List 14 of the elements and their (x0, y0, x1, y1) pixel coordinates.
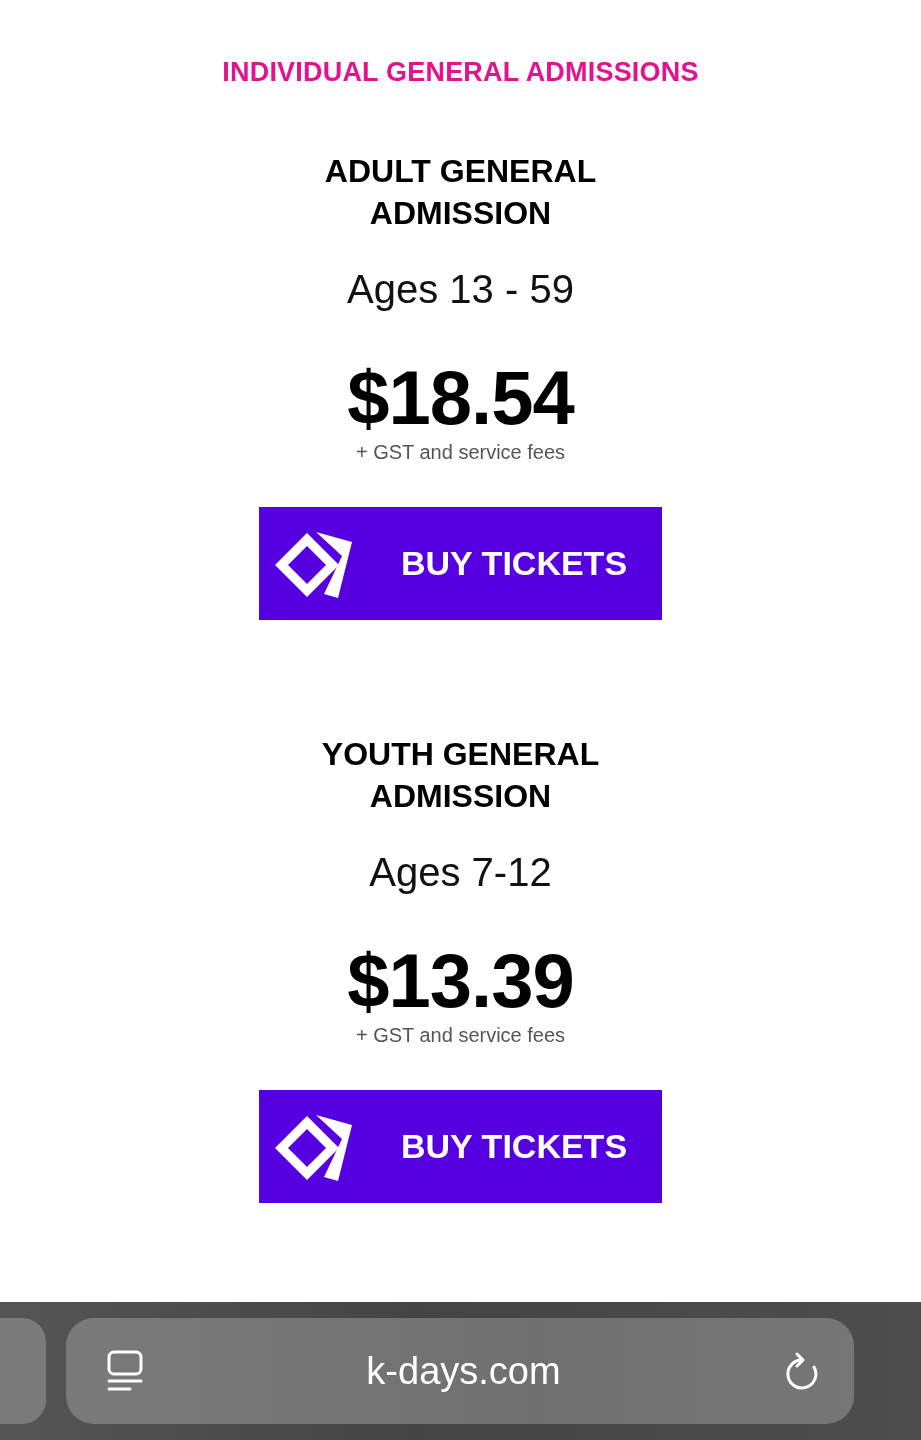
reader-icon[interactable] (106, 1349, 144, 1393)
age-range: Ages 7-12 (369, 849, 552, 896)
url-text: k-days.com (365, 1349, 562, 1393)
age-range: Ages 13 - 59 (347, 266, 574, 313)
fee-note: + GST and service fees (355, 1023, 566, 1047)
ticket-title: ADULT GENERAL ADMISSION (323, 152, 598, 233)
section-title: INDIVIDUAL GENERAL ADMISSIONS (222, 56, 699, 89)
buy-tickets-button[interactable]: BUY TICKETS (259, 1090, 662, 1203)
address-bar[interactable]: k-days.com (66, 1318, 854, 1424)
fee-note: + GST and service fees (355, 440, 566, 464)
ticket-price: $18.54 (347, 358, 574, 438)
ticket-price: $13.39 (347, 941, 574, 1021)
buy-tickets-button[interactable]: BUY TICKETS (259, 507, 662, 620)
ticket-title: YOUTH GENERAL ADMISSION (320, 735, 601, 816)
